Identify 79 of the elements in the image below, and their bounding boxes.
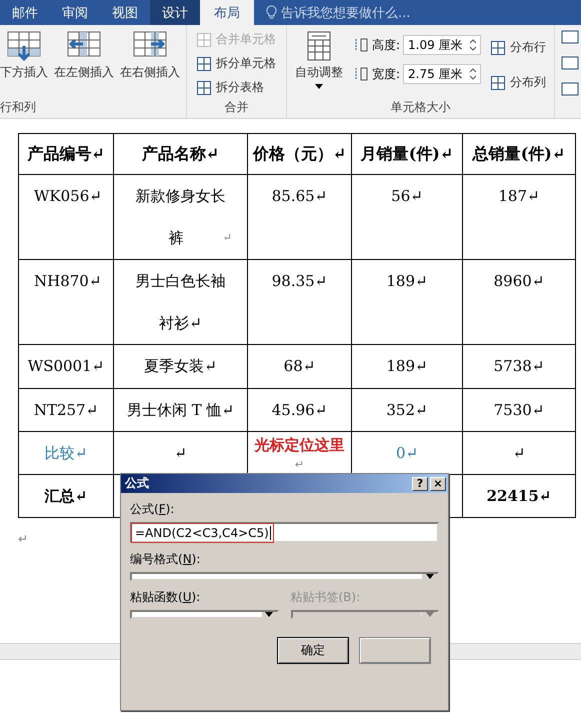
insert-button[interactable]: 下方插入 — [0, 29, 48, 98]
close-button[interactable]: × — [430, 476, 446, 490]
size-label: 宽度: — [372, 66, 400, 82]
table-cell: WK056↵ — [18, 174, 114, 260]
size-field[interactable]: 1.09 厘米 — [403, 35, 482, 55]
field-label: 编号格式(N): — [130, 551, 202, 568]
column-header: 价格（元）↵ — [248, 134, 352, 174]
insert-button[interactable]: 在右侧插入 — [120, 29, 180, 98]
ribbon-tab[interactable]: 设计 — [150, 0, 200, 25]
dropdown-arrow-icon — [315, 84, 323, 89]
paste-function-dropdown[interactable] — [130, 610, 278, 619]
table-cell: ↵ — [462, 432, 576, 474]
table-cell: 187↵ — [462, 174, 576, 260]
search-field[interactable]: 告诉我您想要做什么... — [281, 4, 410, 22]
formula-field[interactable]: =AND(C2<C3,C4>C5) — [130, 522, 439, 543]
table-cell: 新款修身女长裤 ↵ — [114, 174, 248, 260]
column-header: 产品编号↵ — [18, 134, 114, 174]
number-format-dropdown[interactable] — [130, 572, 439, 581]
table-cell: 比较↵ — [18, 432, 114, 474]
table-cell: 7530↵ — [462, 388, 576, 432]
table-grid-icon — [491, 76, 506, 90]
table-cell: NH870↵ — [18, 260, 114, 344]
cancel-button[interactable] — [359, 637, 431, 664]
table-cell: 189↵ — [352, 260, 462, 344]
table-cell: 男士白色长袖衬衫↵ — [114, 260, 248, 344]
ribbon-tab[interactable]: 审阅 — [50, 0, 100, 25]
column-header: 月销量(件)↵ — [352, 134, 462, 174]
table-grid-icon — [197, 80, 211, 94]
field-label: 公式(F): — [130, 501, 176, 518]
group-title: 合并 — [224, 99, 250, 116]
field-label: 粘贴函数(U): — [130, 589, 202, 606]
table-cell: 5738↵ — [462, 344, 576, 388]
dialog-title: 公式 — [125, 475, 149, 492]
table-cell: 8960↵ — [462, 260, 576, 344]
ribbon-tab[interactable]: 邮件 — [0, 0, 50, 25]
autofit-table-icon — [307, 31, 331, 61]
dropdown-arrow-icon — [265, 612, 273, 617]
ribbon-tab[interactable]: 布局 — [200, 0, 254, 25]
column-header: 总销量(件)↵ — [462, 134, 576, 174]
table-cell: 68↵ — [248, 344, 352, 388]
autofit-button[interactable]: 自动调整 — [295, 29, 343, 98]
paragraph-mark: ↵ — [18, 532, 28, 546]
table-grid-icon — [197, 32, 211, 46]
table-grid-icon — [491, 40, 506, 54]
spinner-icon — [470, 68, 476, 80]
spinner-icon — [470, 39, 476, 51]
help-button[interactable]: ? — [412, 476, 428, 490]
table-cell: NT257↵ — [18, 388, 114, 432]
table-cell: 22415↵ — [462, 474, 576, 518]
distribute-columns-button[interactable]: 分布列 — [491, 72, 546, 93]
merge-button[interactable]: 拆分单元格 — [197, 53, 276, 74]
table-cell: WS0001↵ — [18, 344, 114, 388]
insert-table-icon — [7, 31, 41, 61]
table-cell: 男士休闲 T 恤↵ — [114, 388, 248, 432]
table-grid-icon — [197, 56, 211, 70]
column-header: 产品名称↵ — [114, 134, 248, 174]
table-cell: 85.65↵ — [248, 174, 352, 260]
size-label: 高度: — [372, 36, 400, 54]
insert-button[interactable]: 在左侧插入 — [54, 29, 114, 98]
field-label: 粘贴书签(B): — [290, 589, 362, 606]
group-title: 行和列 — [0, 99, 37, 116]
table-cell: 45.96↵ — [248, 388, 352, 432]
row-height-icon — [353, 38, 369, 52]
table-cell: 98.35↵ — [248, 260, 352, 344]
distribute-rows-button[interactable]: 分布行 — [491, 37, 546, 58]
lightbulb-icon — [266, 5, 277, 20]
table-cell: 56↵ — [352, 174, 462, 260]
table-cell: 夏季女装↵ — [114, 344, 248, 388]
dropdown-arrow-icon — [426, 612, 434, 617]
table-cell: 352↵ — [352, 388, 462, 432]
group-title: 单元格大小 — [390, 99, 452, 116]
table-cell: 189↵ — [352, 344, 462, 388]
ok-button[interactable]: 确定 — [277, 637, 349, 664]
column-width-icon — [353, 67, 369, 81]
table-cell: 汇总↵ — [18, 474, 114, 518]
ribbon-tab[interactable]: 视图 — [100, 0, 150, 25]
dropdown-arrow-icon — [426, 574, 434, 579]
size-field[interactable]: 2.75 厘米 — [403, 64, 482, 84]
merge-button[interactable]: 拆分表格 — [197, 77, 276, 98]
